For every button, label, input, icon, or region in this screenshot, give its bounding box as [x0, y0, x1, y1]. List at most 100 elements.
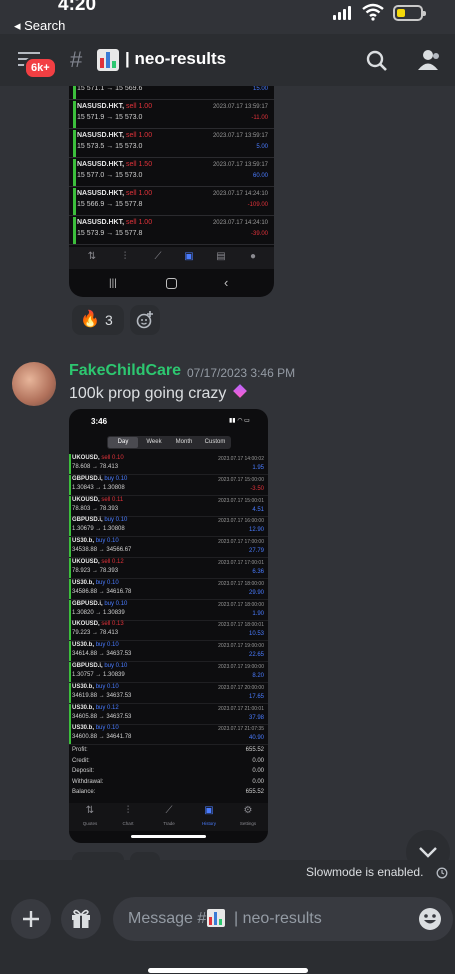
row-marker [69, 620, 71, 641]
trade-pl: -3.50 [250, 485, 264, 492]
row-marker [73, 188, 76, 215]
trade-prices: 1.30843 → 1.30808 [72, 484, 125, 491]
row-marker [69, 641, 71, 662]
sparkle-emoji-icon [232, 384, 247, 398]
trade-row: NASUSD.HKT, sell 1.00 15 566.9 → 15 577.8… [69, 188, 274, 216]
channel-hash-icon: # [70, 47, 83, 72]
reaction-partial[interactable] [72, 852, 124, 860]
trade-time: 2023.07.17 21:07:35 [218, 726, 264, 733]
summary-row: Deposit: 0.00 [72, 768, 264, 778]
trade-icon: ⟋ [154, 251, 162, 262]
trade-row: NASUSD.HKT, sell 1.00 15 573.9 → 15 577.8… [69, 217, 274, 245]
trade-time: 2023.07.17 13:59:17 [212, 162, 268, 168]
summary-value: 0.00 [252, 778, 264, 785]
summary-value: 0.00 [252, 757, 264, 764]
trade-row: UKOUSD, sell 0.12 78.923 → 78.393 2023.07.… [69, 558, 268, 579]
trade-pl: 15.00 [252, 86, 268, 92]
trade-row: GBPUSD.i, buy 0.10 1.30843 → 1.30808 2023.… [69, 474, 268, 496]
trade-pl: 4.51 [252, 506, 264, 513]
summary-label: Balance: [72, 789, 96, 795]
trade-row: UKOUSD, sell 0.10 78.608 → 78.413 2023.07.… [69, 454, 268, 475]
tab-month[interactable]: Month [170, 437, 198, 448]
trade-symbol: US30.b, buy 0.10 [72, 579, 119, 586]
trade-pl: 60.00 [252, 173, 268, 179]
trade-row: NASUSD.HKT, sell 1.00 15 571.9 → 15 573.0… [69, 101, 274, 129]
chevron-down-icon [419, 847, 437, 858]
gift-icon [72, 909, 90, 928]
trade-symbol: UKOUSD, sell 0.11 [72, 496, 124, 503]
trade-prices: 1.30679 → 1.30808 [72, 526, 125, 533]
trade-symbol: GBPUSD.i, buy 0.10 [72, 663, 128, 669]
trade-prices: 1.30820 → 1.30839 [72, 609, 125, 616]
row-marker [73, 86, 76, 99]
add-reaction-partial[interactable] [130, 852, 160, 860]
message-input[interactable]: Message # | neo-results [113, 897, 453, 941]
message-timestamp: 07/17/2023 3:46 PM [187, 366, 296, 380]
trade-prices: 15 573.5 → 15 573.0 [77, 143, 143, 150]
row-marker [73, 101, 76, 128]
row-marker [69, 578, 71, 599]
message-body: 100k prop going crazy [69, 384, 247, 403]
trade-pl: -11.00 [251, 115, 268, 121]
trade-pl: 40.90 [248, 735, 264, 742]
trade-symbol: US30.b, buy 0.10 [72, 725, 119, 732]
trade-row: US30.b, buy 0.12 34605.88 → 34637.53 2023.… [69, 703, 268, 725]
summary-label: Withdrawal: [72, 778, 104, 785]
members-icon[interactable] [416, 49, 442, 76]
trade-prices: 79.223 → 78.413 [72, 630, 119, 637]
trade-row: US30.b, buy 0.10 34586.88 → 34616.78 2023.… [69, 578, 268, 600]
trade-symbol: UKOUSD, sell 0.13 [72, 621, 124, 628]
tab-day[interactable]: Day [108, 437, 138, 448]
message-author[interactable]: FakeChildCare [69, 362, 181, 380]
app-nav-bar: ⇅ ⫶ ⟋ ▣ ▤ ● [69, 247, 274, 269]
add-reaction-button[interactable] [130, 305, 160, 335]
trade-history-screenshot-1[interactable]: 15 571.1 → 15 569.6 15.00 NASUSD.HKT, sell… [69, 86, 274, 297]
tab-week[interactable]: Week [140, 437, 168, 448]
slowmode-text: Slowmode is enabled. [306, 865, 424, 879]
trade-row: GBPUSD.i, buy 0.10 1.30820 → 1.30839 2023.… [69, 599, 268, 621]
trade-row: 15 571.1 → 15 569.6 15.00 [69, 86, 274, 100]
trade-symbol: US30.b, buy 0.10 [72, 538, 119, 545]
channel-name[interactable]: | neo-results [125, 49, 226, 69]
trade-row: UKOUSD, sell 0.13 79.223 → 78.413 2023.07.… [69, 620, 268, 642]
trade-icon: ⟋ [165, 805, 173, 816]
gift-button[interactable] [61, 899, 101, 939]
trade-row: NASUSD.HKT, sell 1.00 15 573.5 → 15 573.0… [69, 130, 274, 158]
tab-custom[interactable]: Custom [200, 437, 230, 448]
summary-row: Withdrawal: 0.00 [72, 779, 264, 789]
trade-time: 2023.07.17 15:00:00 [218, 476, 264, 483]
row-marker [69, 537, 71, 558]
add-attachment-button[interactable] [11, 899, 51, 939]
row-marker [69, 662, 71, 682]
trade-history-screenshot-2[interactable]: 3:46 ▮▮ ◠ ▭ Day Week Month Custom UKOUSD… [69, 409, 268, 843]
trade-symbol: NASUSD.HKT, sell 1.50 [77, 161, 153, 168]
trade-time: 2023.07.17 19:00:00 [218, 664, 264, 670]
wifi-icon [362, 3, 384, 26]
trade-time: 2023.07.17 20:00:00 [218, 684, 264, 691]
user-avatar[interactable] [12, 362, 56, 406]
trade-symbol: US30.b, buy 0.10 [72, 683, 119, 690]
input-placeholder-prefix: Message # [128, 910, 207, 927]
trade-prices: 34538.88 → 34566.67 [72, 547, 132, 554]
phone-time: 3:46 [91, 417, 108, 426]
back-to-search-link[interactable]: ◂ Search [14, 18, 65, 34]
row-marker [73, 130, 76, 157]
trade-row: GBPUSD.i, buy 0.10 1.30679 → 1.30808 2023.… [69, 516, 268, 538]
search-icon[interactable] [366, 50, 388, 77]
reaction-fire[interactable]: 🔥 3 [72, 305, 124, 335]
android-nav-bar: ||| ‹ [109, 275, 229, 290]
trade-pl: -109.00 [247, 202, 268, 208]
trade-prices: 15 571.9 → 15 573.0 [77, 114, 143, 121]
trade-row: US30.b, buy 0.10 34614.88 → 34637.53 2023.… [69, 641, 268, 663]
news-icon: ▤ [216, 251, 226, 262]
trade-row: NASUSD.HKT, sell 1.50 15 577.0 → 15 573.0… [69, 159, 274, 187]
trade-row: GBPUSD.i, buy 0.10 1.30757 → 1.30839 2023.… [69, 662, 268, 683]
trade-prices: 15 573.9 → 15 577.8 [77, 230, 143, 237]
emoji-icon [419, 908, 441, 930]
settings-icon: ⚙ [243, 805, 253, 816]
message-text: 100k prop going crazy [69, 385, 227, 402]
summary-label: Credit: [72, 757, 90, 764]
trade-row: US30.b, buy 0.10 34538.88 → 34566.67 2023.… [69, 537, 268, 559]
quotes-icon: ⇅ [87, 251, 97, 262]
trade-pl: 10.53 [248, 631, 264, 638]
